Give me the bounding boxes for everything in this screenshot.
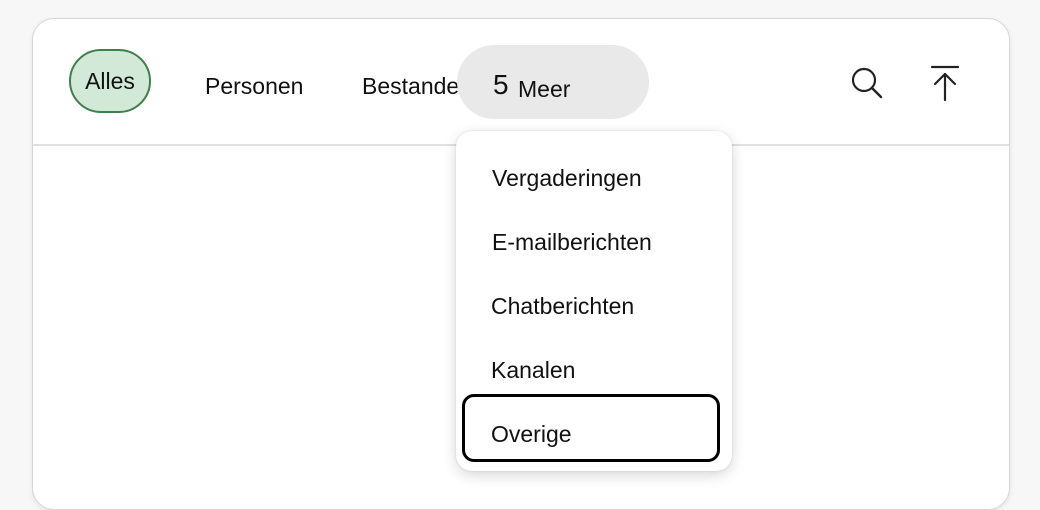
tab-all-label: Alles: [85, 67, 135, 94]
search-icon: [851, 67, 883, 99]
tab-files-label: Bestanden: [362, 73, 472, 99]
menu-item-label: Chatberichten: [491, 293, 635, 319]
more-count-badge: 5: [493, 69, 509, 100]
tab-people-label: Personen: [205, 73, 304, 99]
menu-item-label: Kanalen: [491, 357, 576, 383]
tab-people[interactable]: Personen: [205, 75, 303, 98]
tab-files[interactable]: Bestanden: [362, 75, 472, 98]
menu-item-label: Vergaderingen: [492, 165, 642, 191]
more-dropdown-menu: Vergaderingen E-mailberichten Chatberich…: [456, 131, 732, 471]
more-label[interactable]: Meer: [518, 76, 570, 103]
menu-item-label: Overige: [491, 421, 572, 447]
tab-all[interactable]: Alles: [69, 49, 151, 113]
scroll-to-top-button[interactable]: [925, 63, 965, 103]
search-button[interactable]: [847, 63, 887, 103]
arrow-up-to-line-icon: [930, 65, 960, 102]
menu-item-label: E-mailberichten: [492, 229, 652, 255]
